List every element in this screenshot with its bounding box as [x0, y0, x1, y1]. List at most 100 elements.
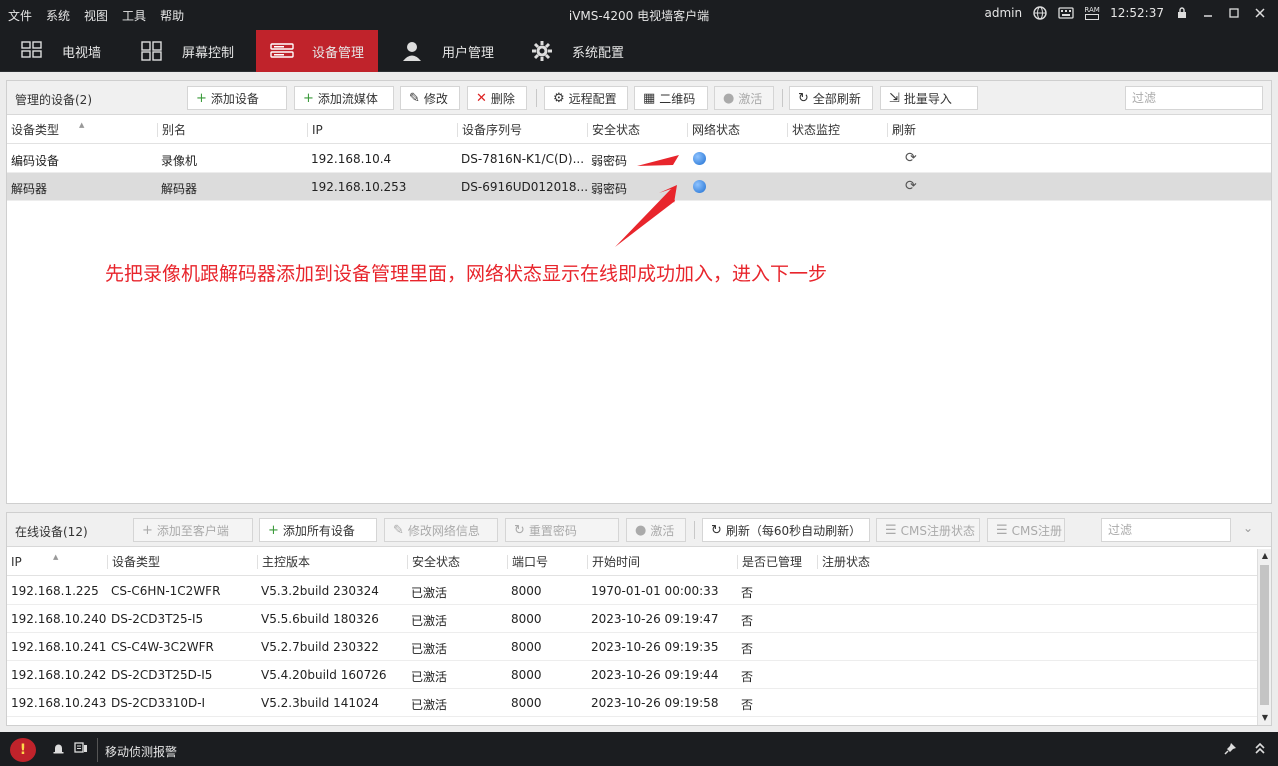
activate-online-button[interactable]: ● 激活 — [626, 518, 686, 542]
online-filter-input[interactable] — [1108, 523, 1224, 537]
collapse-icon[interactable]: ⌄ — [1243, 521, 1253, 535]
add-to-client-button[interactable]: + 添加至客户端 — [133, 518, 253, 542]
cell-port: 8000 — [511, 668, 542, 682]
col-managed[interactable]: 是否已管理 — [737, 555, 802, 569]
online-filter[interactable] — [1101, 518, 1231, 542]
col-start-time[interactable]: 开始时间 — [587, 555, 640, 569]
cell-firmware: V5.5.6build 180326 — [261, 612, 379, 626]
bell-icon[interactable] — [52, 742, 65, 759]
modify-net-label: 修改网络信息 — [407, 523, 480, 538]
cell-security: 已激活 — [411, 586, 448, 600]
auto-refresh-button[interactable]: ↻ 刷新（每60秒自动刷新） — [702, 518, 870, 542]
scroll-up-icon[interactable]: ▲ — [1258, 549, 1272, 563]
cell-port: 8000 — [511, 696, 542, 710]
cell-port: 8000 — [511, 612, 542, 626]
cell-type: CS-C6HN-1C2WFR — [111, 584, 221, 598]
main-content: 管理的设备(2) + 添加设备 + 添加流媒体 ✎ 修改 ✕ 删除 ⚙ 远程配置 ▦ 二维码… — [0, 72, 1278, 732]
cell-type: CS-C4W-3C2WFR — [111, 640, 214, 654]
annotation-arrows — [615, 155, 679, 247]
refresh-label: 刷新（每60秒自动刷新） — [725, 523, 862, 538]
table-row[interactable]: 192.168.10.240 DS-2CD3T25-I5 V5.5.6build… — [7, 605, 1257, 633]
col-register[interactable]: 注册状态 — [817, 555, 870, 569]
maximize-icon[interactable] — [1226, 5, 1242, 21]
cms-status-button[interactable]: ☰ CMS注册状态 — [876, 518, 980, 542]
bulb-icon: ● — [635, 522, 647, 538]
cell-security: 已激活 — [411, 670, 448, 684]
col-firmware[interactable]: 主控版本 — [257, 555, 310, 569]
cell-ip: 192.168.10.241 — [11, 640, 107, 654]
cell-ip: 192.168.1.225 — [11, 584, 99, 598]
online-table-scrollbar[interactable]: ▲ ▼ — [1257, 549, 1271, 725]
modify-network-button[interactable]: ✎ 修改网络信息 — [384, 518, 498, 542]
reset-pwd-label: 重置密码 — [528, 523, 577, 538]
tab-system-config[interactable]: 系统配置 — [530, 30, 640, 72]
table-row[interactable]: 192.168.10.243 DS-2CD3310D-I V5.2.3build… — [7, 689, 1257, 717]
online-devices-title: 在线设备(12) — [15, 525, 88, 539]
plus-icon: + — [268, 522, 279, 538]
col-device-type[interactable]: 设备类型 — [107, 555, 160, 569]
annotation-text: 先把录像机跟解码器添加到设备管理里面，网络状态显示在线即成功加入，进入下一步 — [105, 263, 828, 285]
cell-start-time: 2023-10-26 09:19:58 — [591, 696, 719, 710]
online-devices-toolbar: 在线设备(12) + 添加至客户端 + 添加所有设备 ✎ 修改网络信息 ↻ 重置密码 ●… — [7, 513, 1271, 547]
pin-icon[interactable] — [1224, 742, 1237, 759]
cell-managed: 否 — [741, 698, 754, 712]
tab-label: 屏幕控制 — [182, 45, 235, 61]
cell-type: DS-2CD3T25D-I5 — [111, 668, 213, 682]
status-divider — [97, 738, 98, 762]
tab-label: 系统配置 — [572, 45, 625, 61]
expand-icon[interactable] — [1254, 742, 1266, 759]
server-icon: ☰ — [996, 522, 1008, 538]
cell-firmware: V5.4.20build 160726 — [261, 668, 387, 682]
cell-managed: 否 — [741, 614, 754, 628]
tab-label: 电视墙 — [62, 45, 102, 61]
cell-ip: 192.168.10.242 — [11, 668, 107, 682]
clock: 12:52:37 — [1110, 6, 1164, 20]
activate-online-label: 激活 — [650, 523, 675, 538]
tab-video-wall[interactable]: 电视墙 — [20, 30, 122, 72]
scroll-thumb[interactable] — [1260, 565, 1269, 705]
online-devices-panel: 在线设备(12) + 添加至客户端 + 添加所有设备 ✎ 修改网络信息 ↻ 重置密码 ●… — [6, 512, 1272, 726]
alarm-type-label: 移动侦测报警 — [105, 745, 178, 759]
cell-port: 8000 — [511, 640, 542, 654]
cell-firmware: V5.3.2build 230324 — [261, 584, 379, 598]
add-all-label: 添加所有设备 — [282, 523, 355, 538]
table-row[interactable]: 192.168.10.242 DS-2CD3T25D-I5 V5.4.20bui… — [7, 661, 1257, 689]
globe-icon[interactable] — [1032, 5, 1048, 21]
tab-label: 用户管理 — [442, 45, 495, 61]
tab-screen-control[interactable]: 屏幕控制 — [140, 30, 250, 72]
reset-icon: ↻ — [514, 522, 525, 538]
plus-icon: + — [142, 522, 153, 538]
ram-icon[interactable]: RAM — [1084, 5, 1100, 21]
warning-icon[interactable]: ! — [10, 738, 36, 762]
cell-ip: 192.168.10.240 — [11, 612, 107, 626]
table-row[interactable]: 192.168.1.225 CS-C6HN-1C2WFR V5.3.2build… — [7, 577, 1257, 605]
lock-icon[interactable] — [1174, 5, 1190, 21]
pencil-icon: ✎ — [393, 522, 404, 538]
display-icon[interactable] — [74, 742, 88, 759]
cell-type: DS-2CD3T25-I5 — [111, 612, 204, 626]
title-right-area: admin RAM 12:52:37 — [984, 5, 1268, 21]
tab-device-management[interactable]: 设备管理 — [256, 30, 378, 72]
refresh-icon: ↻ — [711, 522, 722, 538]
gear-icon — [530, 39, 554, 63]
reset-password-button[interactable]: ↻ 重置密码 — [505, 518, 619, 542]
tab-user-management[interactable]: 用户管理 — [400, 30, 510, 72]
close-icon[interactable] — [1252, 5, 1268, 21]
toolbar-divider — [694, 521, 695, 539]
add-all-devices-button[interactable]: + 添加所有设备 — [259, 518, 377, 542]
cell-type: DS-2CD3310D-I — [111, 696, 206, 710]
cms-register-button[interactable]: ☰ CMS注册 — [987, 518, 1065, 542]
managed-devices-panel: 管理的设备(2) + 添加设备 + 添加流媒体 ✎ 修改 ✕ 删除 ⚙ 远程配置 ▦ 二维码… — [6, 80, 1272, 504]
scroll-down-icon[interactable]: ▼ — [1258, 711, 1272, 725]
tab-label: 设备管理 — [312, 45, 365, 61]
keyboard-icon[interactable] — [1058, 5, 1074, 21]
table-row[interactable]: 192.168.10.241 CS-C4W-3C2WFR V5.2.7build… — [7, 633, 1257, 661]
user-icon — [400, 39, 424, 63]
col-ip[interactable]: IP ▲ — [7, 553, 58, 569]
minimize-icon[interactable] — [1200, 5, 1216, 21]
status-bar: ! 移动侦测报警 — [0, 734, 1278, 766]
col-port[interactable]: 端口号 — [507, 555, 548, 569]
current-user[interactable]: admin — [984, 6, 1022, 20]
cell-start-time: 2023-10-26 09:19:44 — [591, 668, 719, 682]
col-security[interactable]: 安全状态 — [407, 555, 460, 569]
